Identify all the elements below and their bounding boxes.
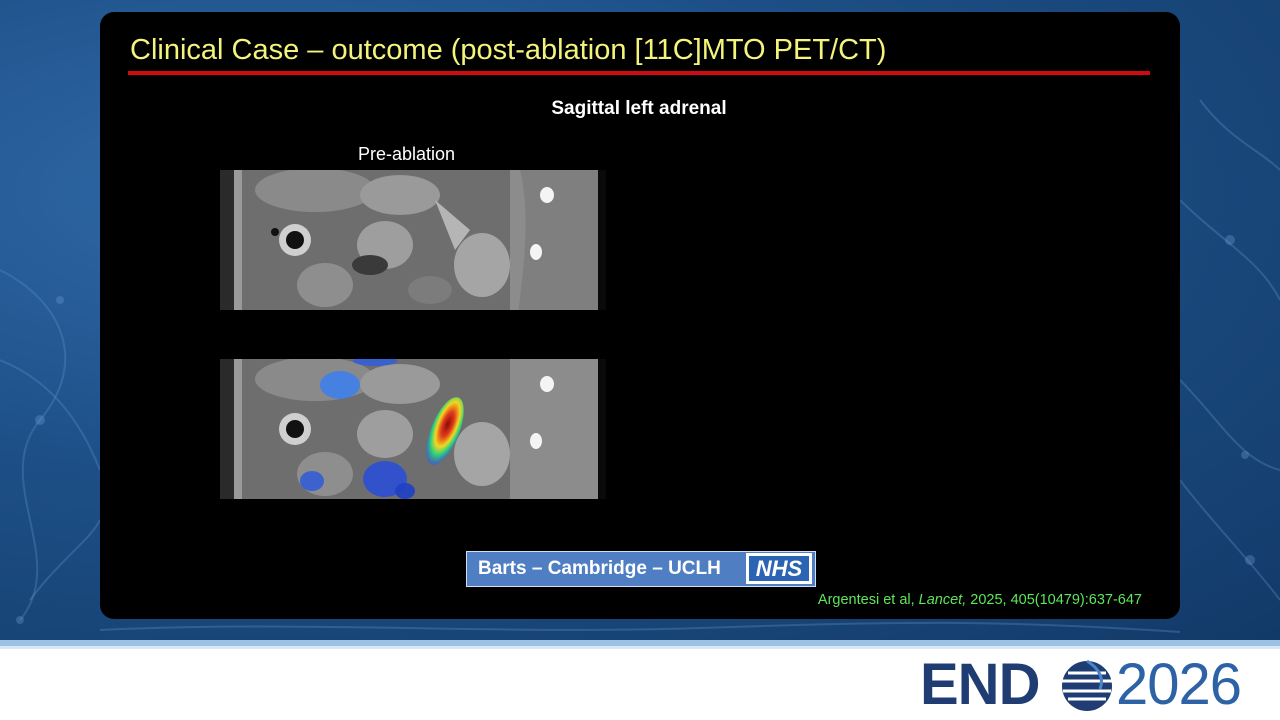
- nhs-logo-text: NHS: [749, 556, 809, 581]
- pre-ablation-label: Pre-ablation: [358, 144, 456, 164]
- footer-stripe-light: [0, 646, 1280, 649]
- logo-year: 2026: [1116, 652, 1242, 717]
- citation: Argentesi et al, Lancet, 2025, 405(10479…: [818, 592, 1142, 608]
- citation-authors: Argentesi et al,: [817, 592, 919, 608]
- citation-details: 2025, 405(10479):637-647: [966, 592, 1142, 608]
- nhs-logo: NHS: [746, 553, 812, 584]
- slide-title: Clinical Case – outcome (post-ablation […: [130, 34, 887, 66]
- title-underline: [128, 71, 1150, 75]
- slide-subtitle: Sagittal left adrenal: [551, 98, 727, 119]
- institution-text: Barts – Cambridge – UCLH: [478, 558, 721, 579]
- citation-journal: Lancet,: [918, 592, 967, 608]
- endo-2026-logo: END 2026: [920, 654, 1270, 716]
- globe-icon: [1062, 659, 1112, 711]
- ct-sagittal-pre-ablation: [220, 170, 606, 314]
- logo-word: END: [920, 652, 1040, 717]
- pet-ct-sagittal-pre-ablation: [220, 359, 606, 503]
- slide-panel: Clinical Case – outcome (post-ablation […: [100, 12, 1180, 619]
- institution-banner: Barts – Cambridge – UCLH NHS: [466, 551, 816, 587]
